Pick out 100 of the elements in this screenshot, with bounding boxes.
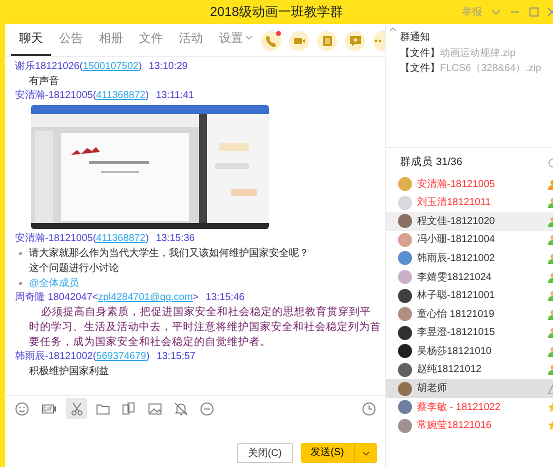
tab[interactable]: 聊天 bbox=[11, 24, 51, 56]
avatar-icon bbox=[398, 400, 412, 414]
member-item[interactable]: 程文佳-18121020 bbox=[386, 212, 553, 231]
avatar-icon bbox=[398, 382, 412, 396]
avatar-icon bbox=[398, 418, 412, 433]
person-icon bbox=[548, 290, 553, 302]
maximize-icon[interactable] bbox=[529, 7, 539, 17]
close-icon[interactable] bbox=[548, 7, 553, 17]
member-name: 童心怡 18121019 bbox=[417, 308, 494, 322]
lesson-button[interactable] bbox=[317, 31, 337, 51]
member-name: 安清瀚-18121005 bbox=[417, 178, 495, 192]
message-header: 周奇隆 18042047<zpl4284701@qq.com> 13:15:46 bbox=[15, 291, 246, 305]
chat-plus-button[interactable] bbox=[345, 31, 365, 51]
chevron-down-icon[interactable] bbox=[491, 9, 501, 15]
video-call-button[interactable] bbox=[289, 31, 309, 51]
member-name: 韩雨辰-18121002 bbox=[417, 252, 495, 266]
close-button[interactable]: 关闭(C) bbox=[236, 443, 293, 463]
message-text: 积极维护国家利益 bbox=[28, 364, 110, 379]
lesson-icon bbox=[320, 34, 334, 48]
mention-link[interactable]: @全体成员 bbox=[29, 276, 80, 291]
person-icon bbox=[548, 364, 553, 376]
more-icon bbox=[200, 402, 214, 416]
member-item[interactable]: 吴杨莎18121010 bbox=[386, 342, 553, 361]
member-item[interactable]: 赵纯18121012 bbox=[386, 360, 553, 380]
avatar-icon bbox=[398, 344, 412, 358]
collapse-icon[interactable] bbox=[389, 27, 397, 32]
report-link[interactable]: 举报 bbox=[462, 4, 482, 20]
member-name: 冯小珊-18121004 bbox=[417, 232, 495, 248]
admin-icon bbox=[548, 178, 553, 190]
documents-icon bbox=[122, 402, 136, 416]
contact-link[interactable]: 411368872 bbox=[96, 233, 146, 244]
bullet-icon bbox=[19, 282, 22, 285]
avatar-icon bbox=[398, 251, 412, 266]
member-item[interactable]: 林子聪-18121001 bbox=[386, 286, 553, 305]
member-name: 程文佳-18121020 bbox=[417, 214, 495, 229]
file-link[interactable]: 【文件】动画运动规律.zip bbox=[400, 46, 553, 61]
star-icon bbox=[548, 420, 553, 432]
member-item[interactable]: 李昱澄-18121015 bbox=[386, 324, 553, 342]
person-icon bbox=[548, 197, 553, 208]
clock-icon bbox=[362, 402, 376, 416]
contact-link[interactable]: 411368872 bbox=[96, 90, 146, 101]
member-name: 刘玉清18121011 bbox=[417, 196, 491, 210]
message-text: 有声音 bbox=[28, 74, 60, 89]
member-name: 胡老师 bbox=[417, 382, 447, 396]
member-item[interactable]: 冯小珊-18121004 bbox=[386, 230, 553, 250]
chat-plus-icon bbox=[348, 34, 362, 48]
person-icon bbox=[548, 234, 553, 246]
avatar-icon bbox=[398, 214, 412, 228]
tab[interactable]: 文件 bbox=[131, 24, 171, 56]
scissors-button[interactable] bbox=[66, 398, 87, 419]
member-item[interactable]: 蔡李敏 - 18121022 bbox=[386, 398, 553, 416]
more-button[interactable] bbox=[373, 31, 385, 51]
member-item[interactable]: 胡老师 bbox=[386, 379, 553, 398]
tab[interactable]: 相册 bbox=[91, 24, 131, 56]
avatar-icon bbox=[398, 177, 412, 192]
member-item[interactable]: 韩雨辰-18121002 bbox=[386, 249, 553, 268]
member-name: 吴杨莎18121010 bbox=[417, 344, 492, 359]
phone-icon bbox=[264, 34, 278, 48]
member-name: 李婧雯18121024 bbox=[417, 270, 492, 285]
member-name: 常婉莹18121016 bbox=[417, 418, 492, 434]
window-title: 2018级动画一班教学群 bbox=[210, 4, 343, 20]
avatar-icon bbox=[398, 288, 412, 303]
member-item[interactable]: 安清瀚-18121005 bbox=[386, 174, 553, 194]
contact-link[interactable]: 1500107502 bbox=[82, 61, 138, 72]
scissors-icon bbox=[70, 402, 84, 416]
person-icon bbox=[548, 272, 553, 283]
avatar-icon bbox=[398, 326, 412, 340]
message-header: 安清瀚-18121005(411368872) 13:11:41 bbox=[15, 89, 195, 103]
member-item[interactable]: 童心怡 18121019 bbox=[386, 304, 553, 324]
tab[interactable]: 活动 bbox=[171, 24, 211, 56]
message-header: 谢乐18121026(1500107502) 13:10:29 bbox=[15, 60, 189, 74]
member-item[interactable]: 李婧雯18121024 bbox=[386, 268, 553, 286]
person-icon bbox=[548, 216, 553, 227]
bullet-icon bbox=[19, 252, 22, 255]
member-item[interactable]: 刘玉清18121011 bbox=[386, 193, 553, 212]
member-name: 林子聪-18121001 bbox=[417, 288, 495, 304]
person-icon bbox=[548, 346, 553, 357]
member-count: 群成员 31/36 bbox=[400, 155, 462, 170]
member-name: 李昱澄-18121015 bbox=[417, 326, 495, 340]
phone-button[interactable] bbox=[261, 31, 281, 51]
notice-title: 群通知 bbox=[400, 30, 431, 45]
contact-link[interactable]: zpl4284701@qq.com bbox=[98, 292, 193, 303]
smiley-icon bbox=[14, 402, 28, 416]
notification-dot bbox=[276, 31, 281, 36]
contact-link[interactable]: 569374679 bbox=[96, 351, 146, 362]
search-icon[interactable] bbox=[548, 158, 553, 168]
avatar-icon bbox=[398, 270, 412, 284]
bell-off-icon bbox=[174, 402, 188, 416]
avatar-icon bbox=[398, 362, 412, 377]
triangle-icon bbox=[548, 383, 553, 394]
member-item[interactable]: 常婉莹18121016 bbox=[386, 416, 553, 436]
send-button[interactable]: 发送(S) bbox=[300, 443, 377, 463]
avatar-icon bbox=[398, 232, 412, 247]
file-link[interactable]: 【文件】FLCS6（328&64）.zip bbox=[400, 61, 553, 76]
person-icon bbox=[548, 308, 553, 320]
message-header: 安清瀚-18121005(411368872) 13:15:36 bbox=[15, 232, 196, 246]
tab[interactable]: 设置 bbox=[211, 24, 261, 56]
message-text: 请大家就那么作为当代大学生，我们又该如何维护国家安全呢？ bbox=[29, 246, 309, 261]
tab[interactable]: 公告 bbox=[51, 24, 91, 56]
avatar-icon bbox=[398, 307, 412, 322]
